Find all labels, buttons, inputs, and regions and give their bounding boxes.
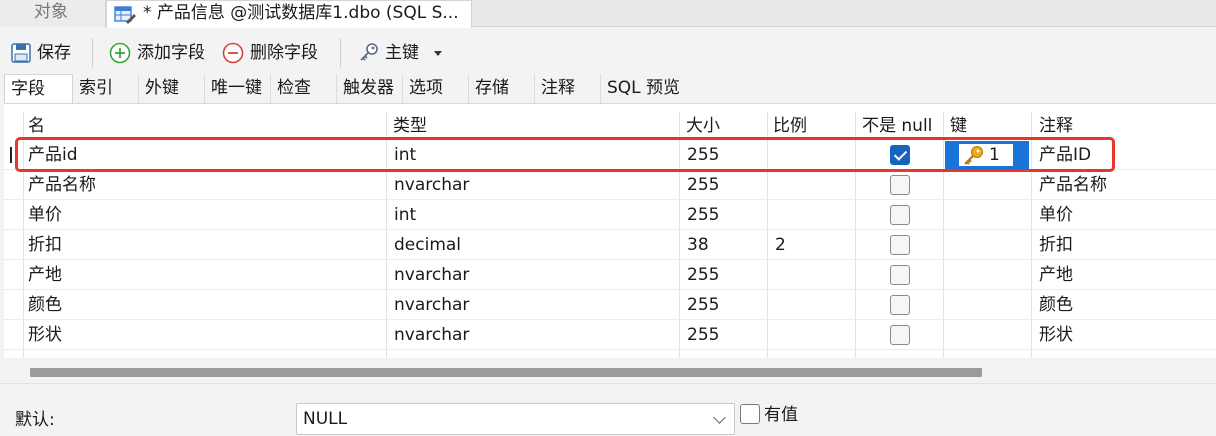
table-row[interactable]: 折扣 decimal 38 2 折扣: [4, 230, 1216, 260]
cell-name[interactable]: 产地: [28, 260, 62, 290]
cell-name[interactable]: 颜色: [28, 290, 62, 320]
tab-table-title: * 产品信息 @测试数据库1.dbo (SQL S...: [143, 3, 459, 23]
cell-comment[interactable]: 折扣: [1039, 230, 1073, 260]
cell-type[interactable]: int: [394, 200, 416, 230]
tab-table-design[interactable]: * 产品信息 @测试数据库1.dbo (SQL S...: [106, 0, 472, 28]
table-row[interactable]: 单价 int 255 单价: [4, 200, 1216, 230]
key-icon: [360, 43, 378, 61]
cell-type[interactable]: int: [394, 140, 416, 170]
not-null-checkbox[interactable]: [890, 175, 910, 195]
cell-size[interactable]: 38: [687, 230, 709, 260]
cell-type[interactable]: nvarchar: [394, 260, 469, 290]
tab-indexes[interactable]: 索引: [73, 74, 139, 103]
add-field-label: 添加字段: [137, 43, 205, 63]
cell-comment[interactable]: 单价: [1039, 200, 1073, 230]
delete-field-button[interactable]: 删除字段: [222, 41, 318, 65]
save-label: 保存: [37, 43, 71, 63]
tab-checks[interactable]: 检查: [271, 74, 337, 103]
cell-type[interactable]: nvarchar: [394, 170, 469, 200]
not-null-checkbox[interactable]: [890, 325, 910, 345]
cell-size[interactable]: 255: [687, 320, 719, 350]
field-properties: 默认: NULL 有值: [0, 383, 1216, 436]
has-value-checkbox[interactable]: [740, 404, 760, 424]
table-row[interactable]: 产品名称 nvarchar 255 产品名称: [4, 170, 1216, 200]
cell-name[interactable]: 单价: [28, 200, 62, 230]
current-row-indicator: [10, 147, 14, 163]
tab-storage[interactable]: 存储: [469, 74, 535, 103]
delete-field-label: 删除字段: [250, 43, 318, 63]
key-icon: [964, 146, 983, 165]
not-null-checkbox[interactable]: [890, 205, 910, 225]
cell-name[interactable]: 折扣: [28, 230, 62, 260]
header-not-null[interactable]: 不是 null: [862, 114, 932, 138]
key-order: 1: [989, 145, 1000, 165]
table-row[interactable]: 形状 nvarchar 255 形状: [4, 320, 1216, 350]
key-value-box: 1: [959, 144, 1013, 166]
cell-type[interactable]: nvarchar: [394, 320, 469, 350]
header-size[interactable]: 大小: [686, 114, 720, 138]
tab-options[interactable]: 选项: [403, 74, 469, 103]
header-key[interactable]: 键: [950, 114, 967, 138]
save-button[interactable]: 保存: [10, 41, 71, 65]
header-comment[interactable]: 注释: [1039, 114, 1073, 138]
default-value: NULL: [303, 409, 348, 429]
cell-scale[interactable]: 2: [775, 230, 786, 260]
toolbar-separator: [340, 38, 341, 68]
not-null-checkbox[interactable]: [890, 265, 910, 285]
chevron-down-icon: [713, 411, 726, 424]
table-icon: [114, 6, 136, 24]
table-row[interactable]: 颜色 nvarchar 255 颜色: [4, 290, 1216, 320]
save-icon: [11, 43, 31, 63]
cell-type[interactable]: decimal: [394, 230, 461, 260]
cell-comment[interactable]: 产品ID: [1039, 140, 1091, 170]
cell-comment[interactable]: 形状: [1039, 320, 1073, 350]
not-null-checkbox[interactable]: [890, 295, 910, 315]
horizontal-scrollbar[interactable]: [30, 368, 982, 377]
tab-objects[interactable]: 对象: [0, 0, 106, 27]
document-tab-bar: 对象 * 产品信息 @测试数据库1.dbo (SQL S...: [0, 0, 1216, 28]
default-label: 默认:: [15, 410, 55, 430]
has-value-label: 有值: [764, 405, 798, 425]
toolbar: 保存 添加字段 删除字段 主键: [0, 28, 1216, 74]
primary-key-label: 主键: [385, 43, 419, 63]
cell-size[interactable]: 255: [687, 140, 719, 170]
delete-icon: [222, 42, 244, 64]
add-field-button[interactable]: 添加字段: [109, 41, 205, 65]
header-type[interactable]: 类型: [393, 114, 427, 138]
tab-sql-preview[interactable]: SQL 预览: [601, 74, 693, 103]
not-null-checkbox[interactable]: [890, 145, 910, 165]
fields-grid: 名 类型 大小 比例 不是 null 键 注释 产品id int 255 1 产…: [4, 103, 1216, 358]
tab-comment[interactable]: 注释: [535, 74, 601, 103]
cell-name[interactable]: 产品id: [28, 140, 78, 170]
toolbar-separator: [92, 38, 93, 68]
primary-key-button[interactable]: 主键: [358, 41, 443, 65]
cell-size[interactable]: 255: [687, 200, 719, 230]
cell-size[interactable]: 255: [687, 260, 719, 290]
cell-size[interactable]: 255: [687, 170, 719, 200]
designer-tabs: 字段 索引 外键 唯一键 检查 触发器 选项 存储 注释 SQL 预览: [0, 74, 1216, 103]
cell-name[interactable]: 形状: [28, 320, 62, 350]
cell-size[interactable]: 255: [687, 290, 719, 320]
grid-header: 名 类型 大小 比例 不是 null 键 注释: [4, 104, 1216, 140]
cell-type[interactable]: nvarchar: [394, 290, 469, 320]
cell-comment[interactable]: 产品名称: [1039, 170, 1107, 200]
tab-fields[interactable]: 字段: [4, 74, 73, 103]
table-row[interactable]: 产地 nvarchar 255 产地: [4, 260, 1216, 290]
cell-comment[interactable]: 颜色: [1039, 290, 1073, 320]
not-null-checkbox[interactable]: [890, 235, 910, 255]
key-cell[interactable]: 1: [945, 141, 1029, 169]
default-value-select[interactable]: NULL: [296, 403, 735, 435]
table-row[interactable]: 产品id int 255 1 产品ID: [4, 140, 1216, 170]
tab-foreign-keys[interactable]: 外键: [139, 74, 205, 103]
cell-comment[interactable]: 产地: [1039, 260, 1073, 290]
cell-name[interactable]: 产品名称: [28, 170, 96, 200]
dropdown-arrow-icon: [434, 50, 443, 56]
tab-unique-keys[interactable]: 唯一键: [205, 74, 271, 103]
header-scale[interactable]: 比例: [773, 114, 807, 138]
add-icon: [109, 42, 131, 64]
tab-triggers[interactable]: 触发器: [337, 74, 403, 103]
header-name[interactable]: 名: [28, 114, 45, 138]
